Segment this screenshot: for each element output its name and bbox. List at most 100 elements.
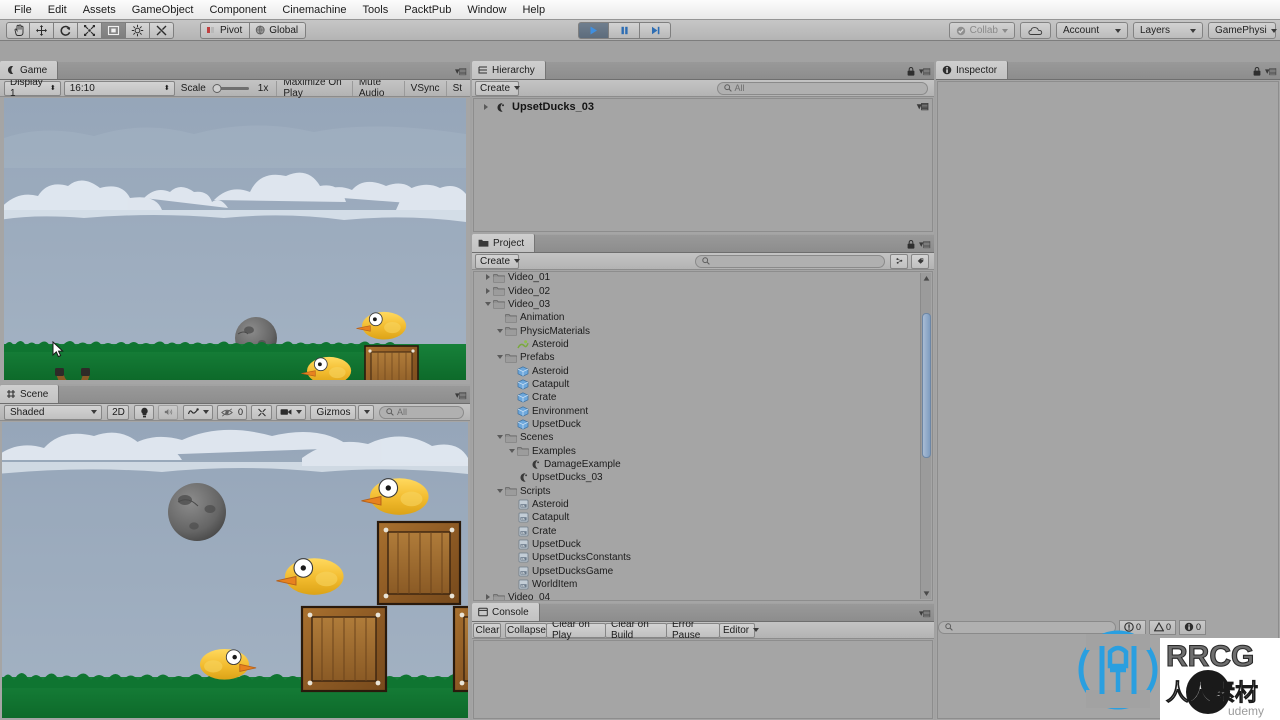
console-clear-on-play-toggle[interactable]: Clear on Play (546, 619, 606, 641)
project-tree-row[interactable]: Video_01 (474, 272, 920, 284)
console-log-list[interactable] (473, 640, 933, 719)
pivot-button[interactable]: Pivot (200, 21, 251, 39)
menu-item-packtpub[interactable]: PacktPub (396, 1, 459, 19)
stats-button[interactable]: St (447, 81, 468, 96)
lock-icon[interactable] (907, 240, 915, 249)
gizmos-menu-button[interactable] (358, 404, 374, 420)
panel-menu-icon[interactable]: ▾▤ (1265, 66, 1277, 77)
lock-icon[interactable] (1253, 67, 1261, 76)
scroll-down-arrow-icon[interactable] (923, 590, 930, 597)
menu-item-gameobject[interactable]: GameObject (124, 1, 202, 19)
console-error-counter[interactable]: 0 (1118, 619, 1146, 635)
panel-menu-icon[interactable]: ▾▤ (919, 608, 931, 619)
project-tree-row[interactable]: PhysicMaterials (474, 324, 920, 337)
account-button[interactable]: Account (1056, 22, 1128, 39)
project-scrollbar[interactable] (920, 273, 931, 599)
rotate-tool-icon[interactable] (54, 21, 78, 39)
menu-item-edit[interactable]: Edit (40, 1, 75, 19)
shading-mode-dropdown[interactable]: Shaded (4, 404, 102, 420)
tab-hierarchy[interactable]: Hierarchy (472, 61, 546, 79)
project-tree-row[interactable]: DamageExample (474, 458, 920, 471)
scene-search-input[interactable]: All (379, 405, 464, 419)
project-tree-row[interactable]: Environment (474, 404, 920, 417)
step-button[interactable] (640, 22, 671, 39)
expand-arrow-icon[interactable] (508, 447, 517, 456)
project-tree-row[interactable]: UpsetDuck (474, 418, 920, 431)
scroll-up-arrow-icon[interactable] (923, 275, 930, 282)
scene-tools-button[interactable] (251, 404, 272, 420)
project-tree-row[interactable]: Crate (474, 391, 920, 404)
gizmos-dropdown[interactable]: Gizmos (310, 404, 356, 420)
tab-project[interactable]: Project (472, 234, 536, 252)
pause-button[interactable] (609, 22, 640, 39)
menu-item-assets[interactable]: Assets (75, 1, 124, 19)
hierarchy-create-button[interactable]: Create (475, 80, 521, 96)
project-tree-row[interactable]: cs Asteroid (474, 498, 920, 511)
effects-dropdown[interactable] (183, 404, 213, 420)
project-tree-row[interactable]: Video_03 (474, 298, 920, 311)
toggle-2d-button[interactable]: 2D (107, 404, 129, 420)
scene-render-canvas[interactable] (2, 422, 468, 718)
panel-menu-icon[interactable]: ▾▤ (919, 66, 931, 77)
project-tree[interactable]: Video_01 Video_02 Video_03 Animation PhysicM… (473, 271, 933, 601)
row-menu-icon[interactable]: ▾▤ (917, 101, 929, 112)
console-collapse-toggle[interactable]: Collapse (505, 622, 547, 638)
project-tree-row[interactable]: cs UpsetDuck (474, 538, 920, 551)
expand-arrow-icon[interactable] (496, 327, 505, 336)
project-tree-row[interactable]: cs Crate (474, 525, 920, 538)
cloud-button[interactable] (1020, 22, 1051, 39)
project-search-input[interactable] (695, 254, 885, 268)
project-tree-row[interactable]: Animation (474, 311, 920, 324)
hierarchy-tree[interactable]: UpsetDucks_03 ▾▤ (473, 98, 933, 232)
tab-console[interactable]: Console (472, 603, 540, 621)
project-label-button[interactable] (911, 253, 929, 269)
project-tree-row[interactable]: Asteroid (474, 338, 920, 351)
tab-inspector[interactable]: Inspector (936, 61, 1009, 79)
scale-tool-icon[interactable] (78, 21, 102, 39)
project-tree-row[interactable]: UpsetDucks_03 (474, 471, 920, 484)
panel-menu-icon[interactable]: ▾▤ (919, 239, 931, 250)
expand-arrow-icon[interactable] (484, 273, 493, 282)
menu-item-cinemachine[interactable]: Cinemachine (274, 1, 354, 19)
layout-button[interactable]: GamePhysi (1208, 22, 1277, 39)
project-tree-row[interactable]: cs WorldItem (474, 578, 920, 591)
project-tree-row[interactable]: Scripts (474, 485, 920, 498)
game-render-canvas[interactable] (4, 98, 466, 380)
move-tool-icon[interactable] (30, 21, 54, 39)
mute-audio-button[interactable]: Mute Audio (353, 77, 405, 99)
console-editor-dropdown[interactable]: Editor (719, 622, 760, 638)
rect-tool-icon[interactable] (102, 21, 126, 39)
expand-arrow-icon[interactable] (496, 487, 505, 496)
expand-arrow-icon[interactable] (482, 103, 491, 112)
global-button[interactable]: Global (250, 21, 307, 39)
vsync-button[interactable]: VSync (405, 80, 447, 96)
hierarchy-item-upsetducks[interactable]: UpsetDucks_03 ▾▤ (474, 99, 932, 115)
project-tree-row[interactable]: cs UpsetDucksConstants (474, 551, 920, 564)
project-tree-row[interactable]: Examples (474, 444, 920, 457)
scale-slider-group[interactable]: Scale 1x (181, 82, 269, 94)
console-search-input[interactable] (938, 620, 1116, 634)
console-clear-button[interactable]: Clear (473, 622, 501, 638)
project-scroll-thumb[interactable] (922, 313, 931, 458)
menu-item-window[interactable]: Window (459, 1, 514, 19)
hierarchy-search-input[interactable]: All (716, 81, 928, 95)
custom-tool-icon[interactable] (150, 21, 174, 39)
transform-tool-icon[interactable] (126, 21, 150, 39)
expand-arrow-icon[interactable] (484, 287, 493, 296)
project-tree-row[interactable]: Asteroid (474, 364, 920, 377)
maximize-on-play-button[interactable]: Maximize On Play (276, 77, 353, 99)
menu-item-tools[interactable]: Tools (355, 1, 397, 19)
project-filter-button[interactable] (890, 253, 908, 269)
hand-tool-icon[interactable] (6, 21, 30, 39)
project-tree-row[interactable]: Video_04 (474, 591, 920, 600)
menu-item-file[interactable]: File (6, 1, 40, 19)
console-warning-counter[interactable]: 0 (1148, 619, 1176, 635)
expand-arrow-icon[interactable] (484, 593, 493, 600)
collab-button[interactable]: Collab (948, 22, 1015, 39)
console-clear-on-build-toggle[interactable]: Clear on Build (605, 619, 667, 641)
tab-game[interactable]: Game (0, 61, 59, 79)
project-tree-row[interactable]: Prefabs (474, 351, 920, 364)
project-create-button[interactable]: Create (475, 253, 521, 269)
hidden-objects-toggle[interactable]: 0 (217, 404, 247, 420)
tab-scene[interactable]: Scene (0, 385, 60, 403)
